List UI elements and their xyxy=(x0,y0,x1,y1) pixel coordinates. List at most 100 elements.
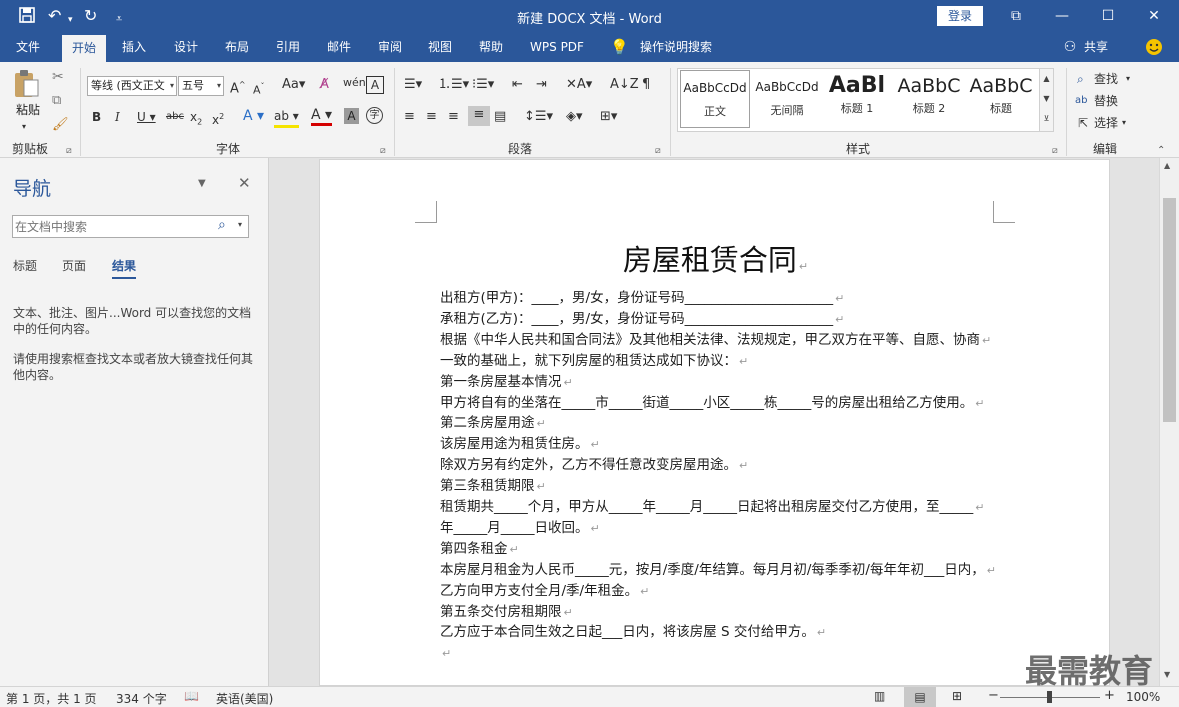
text-effects-icon[interactable]: A ▾ xyxy=(243,107,264,125)
lightbulb-icon: 💡 xyxy=(610,38,629,56)
justify-icon[interactable]: ≡ xyxy=(468,106,490,126)
tab-references[interactable]: 引用 xyxy=(266,32,310,62)
line-spacing-icon[interactable]: ↕☰▾ xyxy=(524,108,553,126)
format-painter-icon[interactable]: 🖌 xyxy=(52,116,69,134)
italic-icon[interactable]: I xyxy=(115,108,120,126)
chinese-layout-icon[interactable]: ✕A▾ xyxy=(566,76,592,94)
cursor-icon[interactable]: ⇱ xyxy=(1078,114,1088,132)
print-layout-icon[interactable]: ▤ xyxy=(904,687,936,707)
page-info[interactable]: 第 1 页，共 1 页 xyxy=(6,690,97,707)
search-icon[interactable]: ⌕ xyxy=(218,217,226,233)
distributed-icon[interactable]: ▤ xyxy=(494,108,506,126)
replace-icon[interactable]: ab xyxy=(1075,92,1087,110)
minimize-button[interactable]: — xyxy=(1047,4,1077,28)
show-marks-icon[interactable]: ¶ xyxy=(642,76,650,94)
font-color-icon[interactable]: A ▾ xyxy=(311,107,333,126)
proofing-icon[interactable]: 📖 xyxy=(184,689,199,703)
shrink-font-icon[interactable]: Aˇ xyxy=(253,78,265,100)
chevron-down-icon[interactable]: ▾ xyxy=(238,220,242,229)
character-shading-icon[interactable]: A xyxy=(344,108,359,124)
paste-button[interactable]: 粘贴 xyxy=(10,68,46,118)
replace-button[interactable]: 替换 xyxy=(1094,92,1118,110)
scroll-up-icon[interactable]: ▲ xyxy=(1164,161,1170,170)
strikethrough-icon[interactable]: abc xyxy=(166,108,184,126)
select-button[interactable]: 选择 xyxy=(1094,114,1118,132)
ribbon-display-icon[interactable]: ⧉ xyxy=(1001,4,1031,28)
zoom-slider-thumb[interactable] xyxy=(1047,691,1052,703)
enclose-characters-icon[interactable]: 字 xyxy=(366,107,383,124)
tab-wps-pdf[interactable]: WPS PDF xyxy=(525,32,589,62)
phonetic-guide-icon[interactable]: wén xyxy=(343,74,366,92)
highlight-color-icon[interactable]: ab ▾ xyxy=(274,107,299,128)
style-no-spacing[interactable]: AaBbCcDd 无间隔 xyxy=(752,70,822,128)
word-count[interactable]: 334 个字 xyxy=(116,690,167,707)
multilevel-list-icon[interactable]: ⁝☰▾ xyxy=(472,76,494,94)
align-right-icon[interactable]: ≡ xyxy=(448,108,459,126)
nav-search-input[interactable] xyxy=(15,218,205,235)
login-button[interactable]: 登录 xyxy=(937,6,983,26)
read-mode-icon[interactable]: ▥ xyxy=(874,689,885,703)
select-dropdown-icon[interactable]: ▾ xyxy=(1122,114,1126,132)
scroll-down-icon[interactable]: ▼ xyxy=(1164,670,1170,679)
font-name-select[interactable]: 等线 (西文正文 ▾ xyxy=(87,76,177,96)
tab-design[interactable]: 设计 xyxy=(164,32,208,62)
underline-icon[interactable]: U ▾ xyxy=(137,108,156,126)
find-button[interactable]: 查找 xyxy=(1094,70,1118,88)
smiley-icon[interactable] xyxy=(1142,32,1166,62)
language[interactable]: 英语(美国) xyxy=(216,690,273,707)
styles-scroll[interactable]: ▲ ▼ ⊻ xyxy=(1039,69,1053,131)
tell-me-search[interactable]: 操作说明搜索 xyxy=(636,32,716,62)
decrease-indent-icon[interactable]: ⇤ xyxy=(512,76,523,94)
copy-icon[interactable]: ⧉ xyxy=(52,92,61,110)
find-icon[interactable]: ⌕ xyxy=(1077,70,1084,88)
style-heading-1[interactable]: AaBl 标题 1 xyxy=(822,70,892,128)
nav-tab-results[interactable]: 结果 xyxy=(112,257,137,279)
tab-layout[interactable]: 布局 xyxy=(215,32,259,62)
shading-icon[interactable]: ◈▾ xyxy=(566,108,583,126)
character-border-icon[interactable]: A xyxy=(366,76,384,94)
nav-tab-pages[interactable]: 页面 xyxy=(62,257,86,274)
numbering-icon[interactable]: ⒈☰▾ xyxy=(438,76,469,94)
grow-font-icon[interactable]: A^ xyxy=(230,76,246,98)
tab-mailings[interactable]: 邮件 xyxy=(317,32,361,62)
nav-search-box[interactable]: ⌕ ▾ xyxy=(12,215,249,238)
nav-options-icon[interactable]: ▼ xyxy=(198,178,206,189)
borders-icon[interactable]: ⊞▾ xyxy=(600,108,617,126)
change-case-icon[interactable]: Aa▾ xyxy=(282,76,305,94)
find-dropdown-icon[interactable]: ▾ xyxy=(1126,70,1130,88)
bullets-icon[interactable]: ☰▾ xyxy=(404,76,422,94)
zoom-level[interactable]: 100% xyxy=(1126,690,1160,704)
align-left-icon[interactable]: ≡ xyxy=(404,108,415,126)
bold-icon[interactable]: B xyxy=(92,108,101,126)
cut-icon[interactable]: ✂ xyxy=(52,68,64,86)
tab-file[interactable]: 文件 xyxy=(6,32,50,62)
tab-view[interactable]: 视图 xyxy=(418,32,462,62)
tab-help[interactable]: 帮助 xyxy=(469,32,513,62)
clear-formatting-icon[interactable]: A̸ xyxy=(320,76,329,94)
nav-tab-headings[interactable]: 标题 xyxy=(13,257,37,274)
tab-review[interactable]: 审阅 xyxy=(368,32,412,62)
web-layout-icon[interactable]: ⊞ xyxy=(952,689,962,703)
share-button[interactable]: 共享 xyxy=(1080,32,1112,62)
increase-indent-icon[interactable]: ⇥ xyxy=(536,76,547,94)
style-normal[interactable]: AaBbCcDd 正文 xyxy=(680,70,750,128)
subscript-icon[interactable]: x2 xyxy=(190,108,202,131)
paste-dropdown-icon[interactable]: ▾ xyxy=(22,118,26,136)
zoom-in-icon[interactable]: + xyxy=(1104,688,1115,703)
vertical-scrollbar[interactable]: ▲ ▼ xyxy=(1159,158,1179,686)
tab-home[interactable]: 开始 xyxy=(62,35,106,62)
maximize-button[interactable]: ☐ xyxy=(1093,4,1123,28)
close-button[interactable]: ✕ xyxy=(1139,4,1169,28)
style-title[interactable]: AaBbC 标题 xyxy=(966,70,1036,128)
sort-icon[interactable]: A↓Z xyxy=(610,76,639,94)
superscript-icon[interactable]: x2 xyxy=(212,108,224,129)
font-size-select[interactable]: 五号 ▾ xyxy=(178,76,224,96)
style-heading-2[interactable]: AaBbC 标题 2 xyxy=(894,70,964,128)
scroll-thumb[interactable] xyxy=(1163,198,1176,422)
close-icon[interactable]: ✕ xyxy=(238,174,251,192)
document-page[interactable]: 房屋租赁合同 ↵ 出租方(甲方)：____，男/女，身份证号码__________… xyxy=(319,159,1110,686)
tab-insert[interactable]: 插入 xyxy=(112,32,156,62)
paste-icon xyxy=(15,70,39,97)
zoom-out-icon[interactable]: − xyxy=(988,688,999,703)
align-center-icon[interactable]: ≡ xyxy=(426,108,437,126)
